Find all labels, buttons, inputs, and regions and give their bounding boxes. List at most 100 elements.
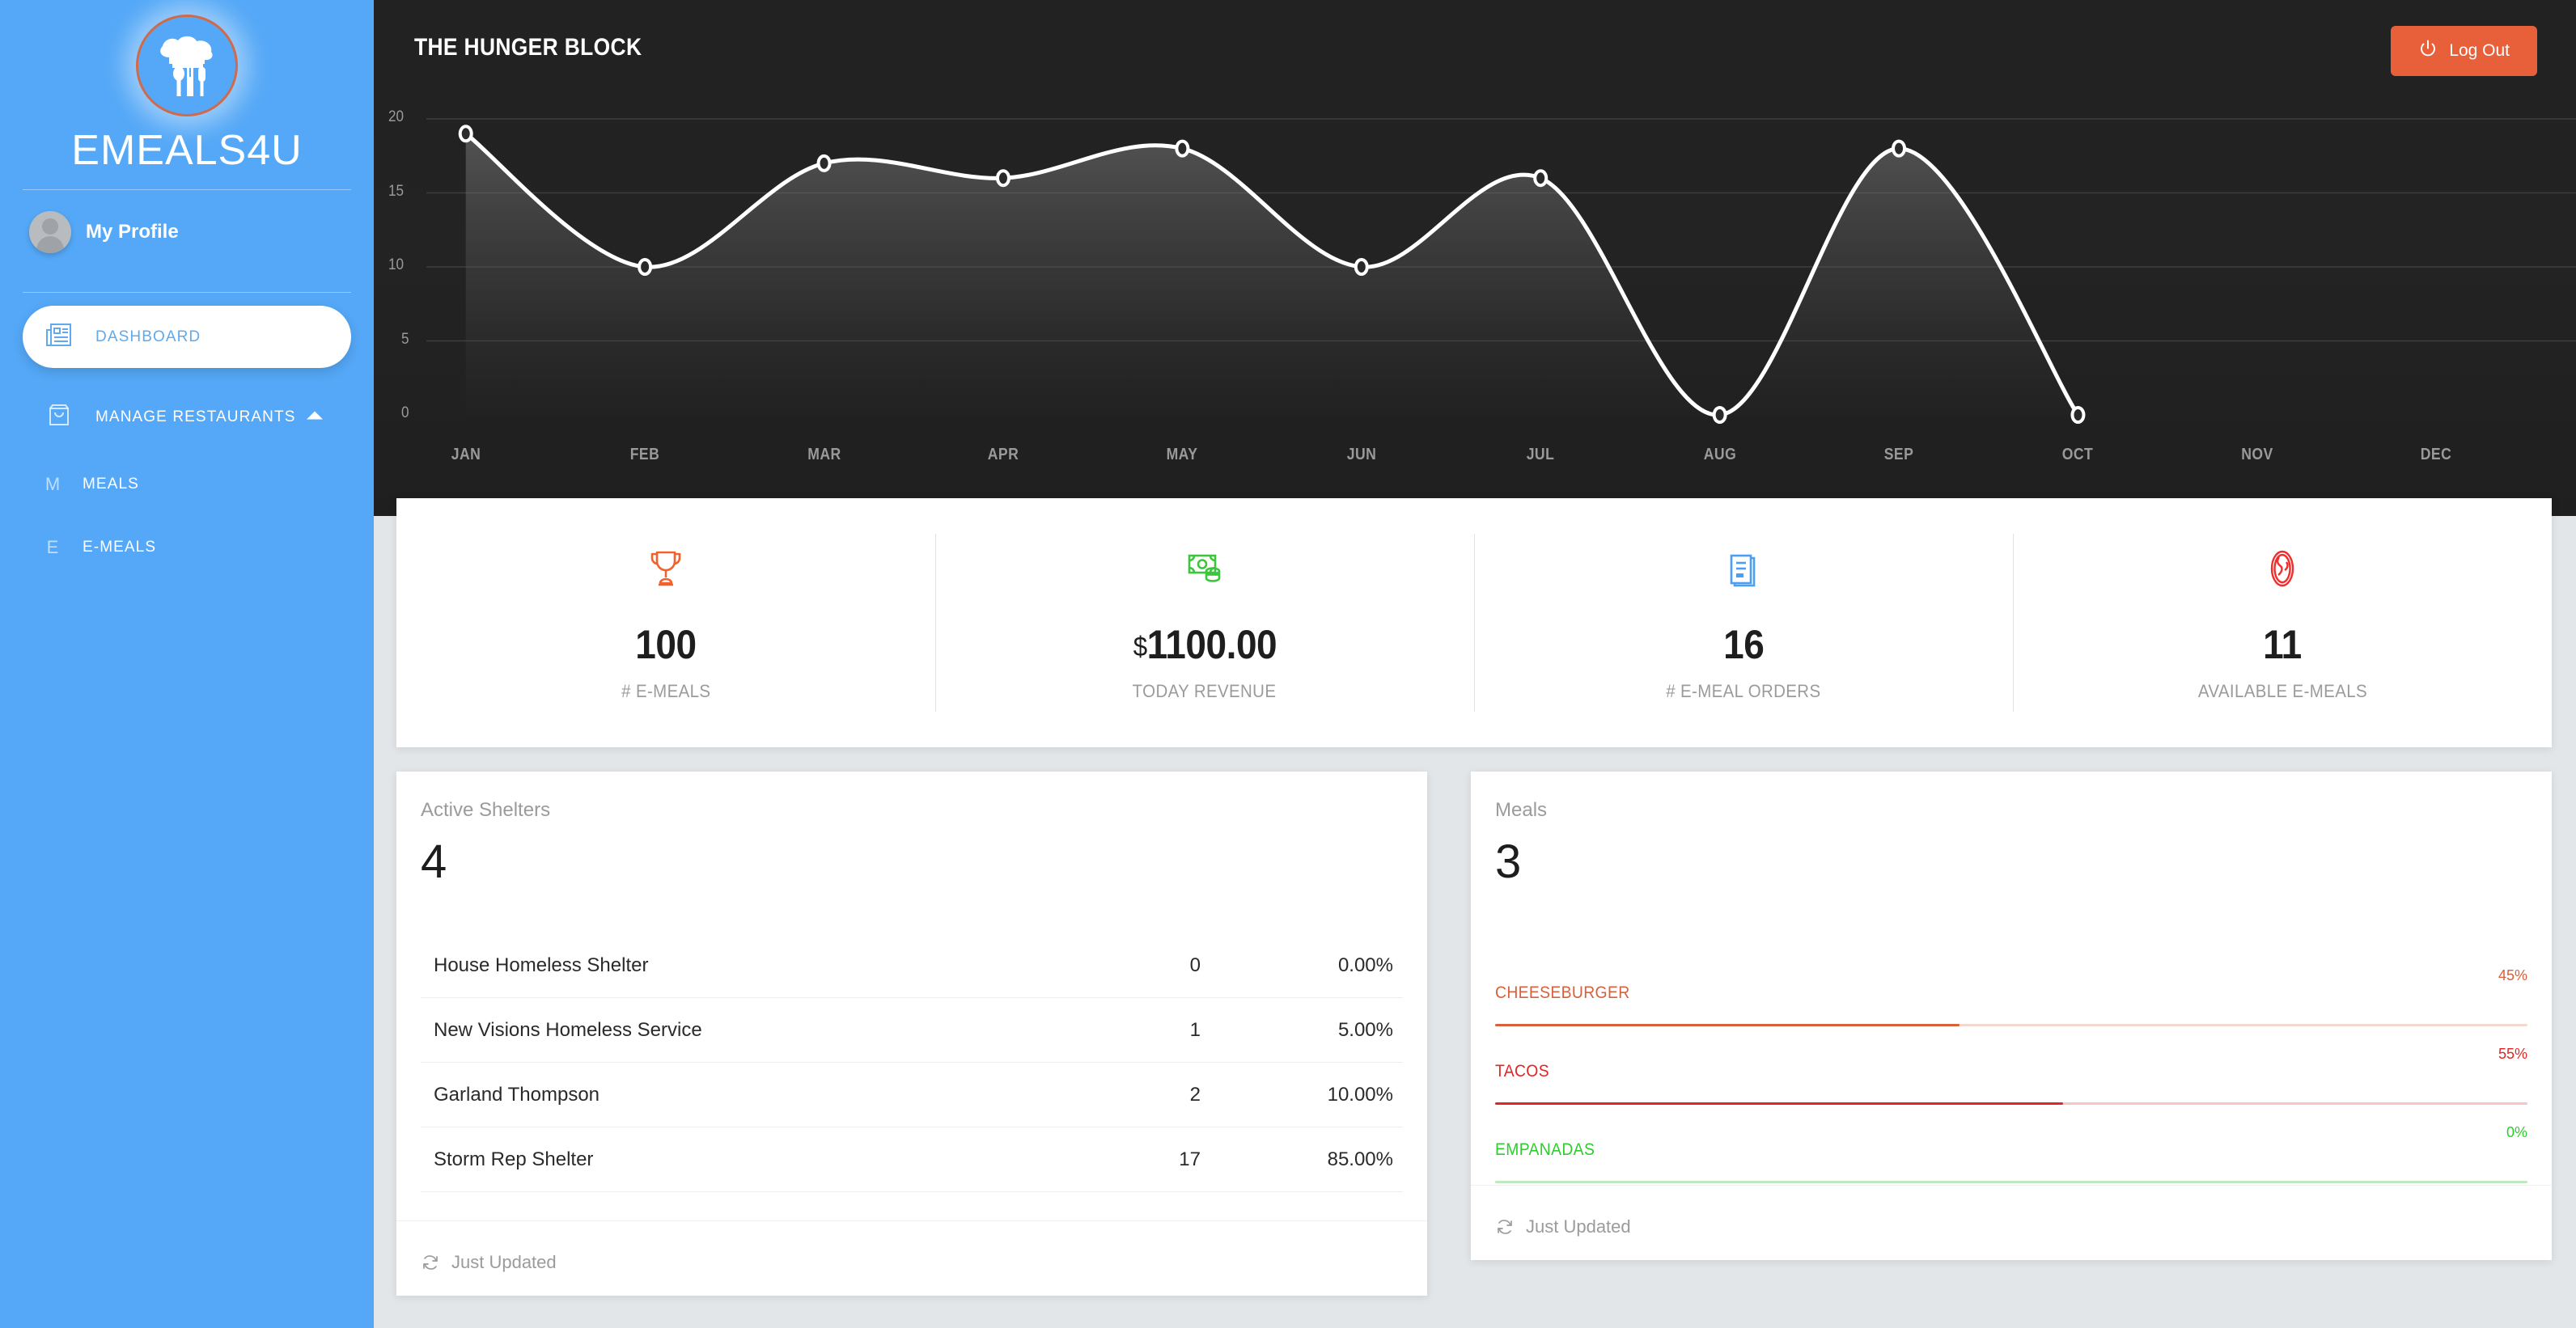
- panel-count: 4: [421, 835, 447, 888]
- shopping-bag-icon: [44, 400, 74, 434]
- brand-logo[interactable]: [23, 0, 351, 116]
- y-tick-label: 15: [388, 182, 405, 200]
- x-tick-label: FEB: [629, 446, 660, 463]
- table-row[interactable]: House Homeless Shelter 0 0.00%: [421, 933, 1403, 998]
- table-row[interactable]: New Visions Homeless Service 1 5.00%: [421, 998, 1403, 1063]
- sidebar-item-e-meals-label: E-MEALS: [83, 539, 157, 556]
- steak-icon: [2260, 543, 2305, 594]
- brand-name: EMEALS4U: [71, 127, 303, 174]
- sidebar-nav: DASHBOARD MANAGE RESTAURANTS M MEALS E E…: [23, 306, 351, 574]
- stat-label: # E-MEALS: [621, 681, 711, 701]
- progress-bar: [1495, 1102, 2527, 1105]
- sidebar-item-meals-letter: M: [44, 474, 61, 494]
- x-tick-label: MAY: [1166, 446, 1198, 463]
- shelter-percent: 5.00%: [1337, 1018, 1393, 1041]
- sidebar-item-meals[interactable]: M MEALS: [23, 458, 351, 511]
- shelter-percent: 10.00%: [1327, 1083, 1393, 1106]
- shelter-count: 17: [1179, 1148, 1201, 1170]
- y-tick-label: 10: [388, 256, 405, 273]
- y-tick-label: 20: [388, 108, 405, 125]
- table-row[interactable]: Garland Thompson 2 10.00%: [421, 1063, 1403, 1127]
- stat-card-available-e-meals: 11 AVAILABLE E-MEALS: [2013, 498, 2552, 747]
- meals-progress-list: CHEESEBURGER 45% TACOS 55% EMPANADAS 0%: [1495, 967, 2527, 1219]
- shelter-count: 0: [1189, 954, 1201, 976]
- sidebar: EMEALS4U My Profile DASHBOARD MANAGE RES…: [0, 0, 374, 1328]
- panel-count: 3: [1495, 835, 1522, 888]
- list-item: TACOS 55%: [1495, 1046, 2527, 1123]
- sidebar-item-manage-restaurants[interactable]: MANAGE RESTAURANTS: [23, 386, 351, 448]
- meal-name: EMPANADAS: [1495, 1140, 1595, 1159]
- meals-footer: Just Updated: [1495, 1216, 1631, 1237]
- meal-name: TACOS: [1495, 1062, 1549, 1081]
- refresh-icon: [421, 1253, 440, 1272]
- sidebar-item-dashboard[interactable]: DASHBOARD: [23, 306, 351, 368]
- trophy-icon: [643, 543, 688, 594]
- panel-footer-divider: [396, 1220, 1427, 1221]
- shelters-footer: Just Updated: [421, 1252, 557, 1273]
- shelter-percent: 0.00%: [1337, 954, 1393, 976]
- sidebar-item-dashboard-label: DASHBOARD: [95, 328, 201, 345]
- progress-bar: [1495, 1181, 2527, 1183]
- shelter-name: Storm Rep Shelter: [434, 1148, 594, 1170]
- stat-card-today-revenue: $1100.00 TODAY REVENUE: [935, 498, 1474, 747]
- shelter-percent: 85.00%: [1327, 1148, 1393, 1170]
- stat-label: AVAILABLE E-MEALS: [2197, 681, 2367, 701]
- refresh-icon: [1495, 1217, 1515, 1237]
- panel-title: Active Shelters: [421, 799, 551, 821]
- stat-value: 100: [635, 622, 697, 667]
- x-tick-label: SEP: [1883, 446, 1914, 463]
- sidebar-item-e-meals[interactable]: E E-MEALS: [23, 521, 351, 574]
- sidebar-item-manage-restaurants-label: MANAGE RESTAURANTS: [95, 408, 296, 425]
- clipboard-list-icon: [1721, 543, 1766, 594]
- newspaper-icon: [44, 319, 74, 354]
- user-avatar-icon: [29, 211, 71, 253]
- meal-percent-label: 55%: [2498, 1046, 2527, 1062]
- x-tick-label: AUG: [1703, 446, 1736, 463]
- stat-card-e-meals: 100 # E-MEALS: [396, 498, 935, 747]
- table-row[interactable]: Storm Rep Shelter 17 85.00%: [421, 1127, 1403, 1192]
- stat-value: $1100.00: [1133, 622, 1277, 667]
- x-tick-label: JAN: [451, 446, 481, 463]
- progress-bar: [1495, 1024, 2527, 1026]
- revenue-chart-panel: THE HUNGER BLOCK Log Out 20 15 10 5 0 JA…: [374, 0, 2576, 516]
- page-title: THE HUNGER BLOCK: [414, 34, 642, 61]
- x-tick-label: MAR: [807, 446, 841, 463]
- money-icon: [1182, 543, 1227, 594]
- stat-card-e-meal-orders: 16 # E-MEAL ORDERS: [1474, 498, 2013, 747]
- stat-label: # E-MEAL ORDERS: [1666, 681, 1821, 701]
- shelters-footer-label: Just Updated: [451, 1252, 557, 1272]
- stat-label: TODAY REVENUE: [1133, 681, 1277, 701]
- sidebar-item-e-meals-letter: E: [46, 537, 59, 557]
- panel-title: Meals: [1495, 799, 1548, 821]
- list-item: EMPANADAS 0%: [1495, 1124, 2527, 1201]
- meal-percent-label: 45%: [2498, 967, 2527, 983]
- dashboard-page: EMEALS4U My Profile DASHBOARD MANAGE RES…: [0, 0, 2576, 1328]
- list-item: CHEESEBURGER 45%: [1495, 967, 2527, 1044]
- shelter-name: Garland Thompson: [434, 1083, 600, 1106]
- y-tick-label: 0: [401, 404, 409, 421]
- logout-button[interactable]: Log Out: [2391, 26, 2537, 76]
- profile-label: My Profile: [86, 221, 179, 243]
- stat-value: 11: [2263, 622, 2302, 667]
- shelters-table: House Homeless Shelter 0 0.00% New Visions …: [421, 933, 1403, 1192]
- x-tick-label: JUN: [1346, 446, 1377, 463]
- power-icon: [2418, 39, 2438, 63]
- chevron-up-icon[interactable]: [306, 409, 324, 425]
- panel-footer-divider: [1471, 1185, 2552, 1186]
- stats-row: 100 # E-MEALS $1100.00 TODAY REVENUE 16 …: [396, 498, 2552, 747]
- shelter-name: New Visions Homeless Service: [434, 1018, 702, 1041]
- sidebar-divider-bottom: [23, 292, 351, 293]
- x-tick-label: APR: [987, 446, 1019, 463]
- profile-link[interactable]: My Profile: [23, 190, 351, 274]
- meals-footer-label: Just Updated: [1526, 1216, 1631, 1237]
- meal-percent-label: 0%: [2506, 1124, 2527, 1140]
- sidebar-item-meals-label: MEALS: [83, 476, 139, 493]
- progress-bar-fill: [1495, 1102, 2063, 1105]
- line-chart: 20 15 10 5 0 JAN FEB MAR APR MAY JUN JUL AUG SEP OCT N…: [374, 104, 2576, 516]
- shelter-count: 2: [1189, 1083, 1201, 1106]
- y-tick-label: 5: [401, 330, 409, 348]
- shelter-count: 1: [1189, 1018, 1201, 1041]
- meals-panel: Meals 3 CHEESEBURGER 45% TACOS 55% EMPANADAS…: [1471, 772, 2552, 1260]
- shelter-name: House Homeless Shelter: [434, 954, 649, 976]
- progress-bar-fill: [1495, 1024, 1960, 1026]
